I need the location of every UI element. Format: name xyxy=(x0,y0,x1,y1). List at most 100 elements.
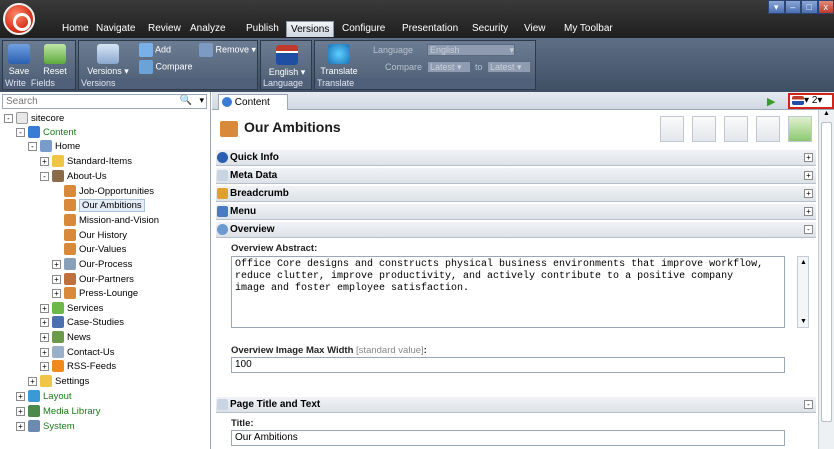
workflow-icon[interactable] xyxy=(660,116,684,142)
section-page-title-and-text[interactable]: Page Title and Text - xyxy=(216,397,816,413)
tree-node-our-process[interactable]: + Our-Process xyxy=(52,258,132,272)
ribbon-group-label: Versions xyxy=(79,78,257,89)
save-icon xyxy=(8,44,30,64)
search-input[interactable] xyxy=(3,95,173,108)
overview-abstract-textarea[interactable]: Office Core designs and constructs physi… xyxy=(231,256,785,328)
menu-tab-publish[interactable]: Publish xyxy=(242,21,283,37)
menu-tab-configure[interactable]: Configure xyxy=(338,21,389,37)
editor-scrollbar[interactable]: ▲ xyxy=(818,110,834,449)
tree-node-our-ambitions[interactable]: Our Ambitions xyxy=(64,199,145,213)
compare-button[interactable]: Compare xyxy=(139,60,193,74)
tree-node-rss-feeds[interactable]: + RSS-Feeds xyxy=(40,360,116,374)
versions-button[interactable]: Versions ▾ xyxy=(83,44,133,76)
title-input[interactable]: Our Ambitions xyxy=(231,430,785,446)
section-breadcrumb[interactable]: Breadcrumb + xyxy=(216,186,816,202)
content-tab-bar: Content ▶ ▾ 2▾ xyxy=(212,92,834,110)
menu-tab-view[interactable]: View xyxy=(520,21,550,37)
language-select[interactable]: English ▾ xyxy=(427,44,515,56)
tree-node-layout[interactable]: + Layout xyxy=(16,390,72,404)
menu-tab-analyze[interactable]: Analyze xyxy=(186,21,230,37)
scroll-up-icon: ▲ xyxy=(800,259,807,266)
tree-node-home[interactable]: - Home xyxy=(28,140,80,154)
chevron-down-icon[interactable]: ▾ xyxy=(199,95,204,106)
tree-node-our-values[interactable]: Our-Values xyxy=(64,243,126,257)
people-icon xyxy=(64,185,76,198)
menu-tab-presentation[interactable]: Presentation xyxy=(398,21,462,37)
search-box: 🔍 ▾ xyxy=(2,94,207,109)
lock-status-icon[interactable] xyxy=(788,116,812,142)
language-version-selector[interactable]: ▾ 2▾ xyxy=(788,93,834,109)
section-quick-info[interactable]: Quick Info + xyxy=(216,150,816,166)
tree-node-media-library[interactable]: + Media Library xyxy=(16,405,101,419)
workflow-icon[interactable] xyxy=(756,116,780,142)
add-icon xyxy=(139,43,153,57)
tree-node-sitecore[interactable]: - sitecore xyxy=(4,112,64,126)
home-icon xyxy=(40,140,52,153)
add-version-button[interactable]: Add xyxy=(139,43,171,57)
tree-node-press-lounge[interactable]: + Press-Lounge xyxy=(52,287,138,301)
menu-tab-review[interactable]: Review xyxy=(144,21,185,37)
navigate-arrow-icon[interactable]: ▶ xyxy=(767,95,775,108)
flag-icon xyxy=(792,95,804,105)
tree-node-our-history[interactable]: Our History xyxy=(64,229,127,243)
rss-icon xyxy=(52,360,64,373)
menu-tab-navigate[interactable]: Navigate xyxy=(92,21,139,37)
translate-button[interactable]: Translate xyxy=(319,44,359,76)
menu-tab-security[interactable]: Security xyxy=(468,21,512,37)
title-bar: Home Navigate Review Analyze Publish Ver… xyxy=(0,0,834,38)
tree-node-system[interactable]: + System xyxy=(16,420,75,434)
workflow-icon[interactable] xyxy=(692,116,716,142)
content-tree-pane: 🔍 ▾ -sitecore -Content -Home +Standard-I… xyxy=(0,92,211,449)
menu-icon xyxy=(217,206,228,217)
search-icon[interactable]: 🔍 xyxy=(180,95,192,106)
restore-icon[interactable]: – xyxy=(784,0,801,14)
overview-abstract-label: Overview Abstract: xyxy=(231,243,318,254)
scrollbar-thumb[interactable] xyxy=(821,122,832,422)
tree-node-content[interactable]: - Content xyxy=(16,126,76,140)
tree-node-standard-items[interactable]: + Standard-Items xyxy=(40,155,132,169)
tree-node-contact-us[interactable]: + Contact-Us xyxy=(40,346,115,360)
remove-icon xyxy=(199,43,213,57)
textarea-scrollbar[interactable]: ▲ ▼ xyxy=(797,256,809,328)
ribbon: Save Reset Write Fields Versions ▾ Add C… xyxy=(0,38,834,92)
people-icon xyxy=(64,243,76,256)
section-menu[interactable]: Menu + xyxy=(216,204,816,220)
workflow-icon[interactable] xyxy=(724,116,748,142)
remove-version-button[interactable]: Remove ▾ xyxy=(199,43,256,57)
maximize-icon[interactable]: □ xyxy=(801,0,818,14)
image-width-input[interactable]: 100 xyxy=(231,357,785,373)
system-icon xyxy=(28,420,40,433)
tree-node-news[interactable]: + News xyxy=(40,331,91,345)
people-icon xyxy=(64,287,76,300)
menu-tab-home[interactable]: Home xyxy=(58,21,93,37)
save-button[interactable]: Save xyxy=(5,44,33,76)
section-overview[interactable]: Overview - xyxy=(216,222,816,238)
layout-icon xyxy=(28,390,40,403)
section-meta-data[interactable]: Meta Data + xyxy=(216,168,816,184)
tree-node-case-studies[interactable]: + Case-Studies xyxy=(40,316,124,330)
globe-icon xyxy=(328,44,350,64)
sitecore-logo-icon[interactable] xyxy=(3,3,35,35)
tree-node-mission-and-vision[interactable]: Mission-and-Vision xyxy=(64,214,159,228)
menu-tab-my-toolbar[interactable]: My Toolbar xyxy=(560,21,617,37)
tab-content[interactable]: Content xyxy=(218,94,288,110)
reset-fields-button[interactable]: Reset xyxy=(37,44,73,76)
flag-icon xyxy=(276,45,298,65)
media-icon xyxy=(28,405,40,418)
tree-node-our-partners[interactable]: + Our-Partners xyxy=(52,273,134,287)
to-label: to xyxy=(475,62,483,72)
tree-node-settings[interactable]: + Settings xyxy=(28,375,89,389)
news-icon xyxy=(52,331,64,344)
minimize-icon[interactable]: ▾ xyxy=(768,0,785,14)
ribbon-group-label: Write Fields xyxy=(3,78,75,89)
tree-node-about-us[interactable]: - About-Us xyxy=(40,170,107,184)
content-icon xyxy=(28,126,40,139)
language-button[interactable]: English ▾ xyxy=(265,45,309,77)
close-icon[interactable]: x xyxy=(817,0,834,14)
from-version-select[interactable]: Latest ▾ xyxy=(427,61,471,73)
menu-tab-versions[interactable]: Versions xyxy=(286,21,335,37)
to-version-select[interactable]: Latest ▾ xyxy=(487,61,531,73)
tree-node-services[interactable]: + Services xyxy=(40,302,103,316)
people-icon xyxy=(64,199,76,212)
tree-node-job-opportunities[interactable]: Job-Opportunities xyxy=(64,185,154,199)
